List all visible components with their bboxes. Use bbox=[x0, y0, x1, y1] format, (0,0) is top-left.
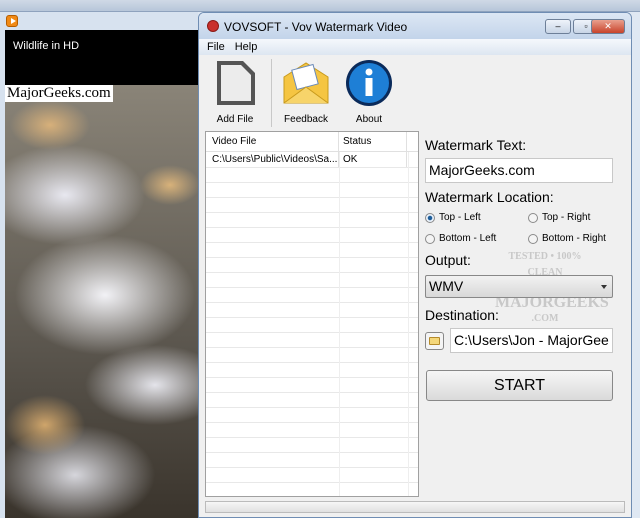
toolbar: Add File Feedback About bbox=[199, 55, 631, 129]
table-row[interactable]: C:\Users\Public\Videos\Sa... OK bbox=[206, 152, 418, 167]
column-divider bbox=[339, 152, 340, 496]
watermark-location-label: Watermark Location: bbox=[425, 189, 554, 205]
folder-icon bbox=[429, 337, 440, 345]
output-format-select[interactable]: WMV bbox=[425, 275, 613, 298]
browse-folder-button[interactable] bbox=[425, 332, 444, 350]
start-button[interactable]: START bbox=[426, 370, 613, 401]
menu-file[interactable]: File bbox=[207, 39, 225, 55]
feedback-button[interactable]: Feedback bbox=[276, 59, 336, 125]
add-file-button[interactable]: Add File bbox=[205, 59, 265, 125]
row-file: C:\Users\Public\Videos\Sa... bbox=[206, 152, 339, 167]
minimize-button[interactable]: ‒ bbox=[545, 19, 571, 34]
column-divider bbox=[408, 152, 409, 496]
column-status[interactable]: Status bbox=[339, 132, 407, 151]
status-bar bbox=[205, 501, 625, 513]
radio-label: Top - Left bbox=[439, 212, 481, 223]
radio-icon bbox=[528, 233, 538, 244]
about-label: About bbox=[355, 114, 383, 125]
radio-top-right[interactable]: Top - Right bbox=[528, 212, 590, 223]
badge-line3: .COM bbox=[531, 313, 559, 324]
about-button[interactable]: About bbox=[339, 59, 399, 125]
feedback-label: Feedback bbox=[284, 114, 328, 125]
radio-bottom-left[interactable]: Bottom - Left bbox=[425, 233, 496, 244]
player-app-icon bbox=[6, 15, 18, 27]
row-status: OK bbox=[339, 152, 407, 167]
watermark-text-input[interactable]: MajorGeeks.com bbox=[425, 158, 613, 183]
radio-label: Bottom - Right bbox=[542, 233, 606, 244]
video-player: Wildlife in HD MajorGeeks.com bbox=[0, 12, 198, 518]
radio-icon bbox=[528, 212, 538, 223]
video-file-list[interactable]: Video File Status C:\Users\Public\Videos… bbox=[205, 131, 419, 497]
video-watermark: MajorGeeks.com bbox=[5, 85, 113, 102]
close-button[interactable]: ✕ bbox=[591, 19, 625, 34]
file-icon bbox=[217, 61, 255, 105]
menu-bar: File Help bbox=[199, 39, 631, 55]
add-file-label: Add File bbox=[216, 114, 254, 125]
output-label: Output: bbox=[425, 252, 471, 268]
radio-icon bbox=[425, 212, 435, 223]
window-title: VOVSOFT - Vov Watermark Video bbox=[224, 20, 408, 34]
radio-top-left[interactable]: Top - Left bbox=[425, 212, 481, 223]
radio-label: Top - Right bbox=[542, 212, 591, 223]
menu-help[interactable]: Help bbox=[235, 39, 258, 55]
watermark-text-label: Watermark Text: bbox=[425, 137, 527, 153]
column-video-file[interactable]: Video File bbox=[206, 132, 339, 151]
video-frame: MajorGeeks.com bbox=[5, 85, 198, 518]
destination-input[interactable]: C:\Users\Jon - MajorGee bbox=[450, 328, 613, 353]
envelope-icon bbox=[283, 62, 329, 104]
radio-icon bbox=[425, 233, 435, 244]
app-window: VOVSOFT - Vov Watermark Video ‒ ▫ ✕ File… bbox=[198, 12, 632, 518]
list-header: Video File Status bbox=[206, 132, 418, 152]
app-icon bbox=[207, 20, 219, 32]
title-bar: VOVSOFT - Vov Watermark Video ‒ ▫ ✕ bbox=[199, 13, 631, 39]
destination-label: Destination: bbox=[425, 307, 499, 323]
radio-label: Bottom - Left bbox=[439, 233, 497, 244]
radio-bottom-right[interactable]: Bottom - Right bbox=[528, 233, 606, 244]
info-icon bbox=[346, 60, 392, 106]
toolbar-separator bbox=[271, 59, 272, 127]
video-title: Wildlife in HD bbox=[5, 30, 198, 85]
browser-strip bbox=[0, 0, 640, 12]
